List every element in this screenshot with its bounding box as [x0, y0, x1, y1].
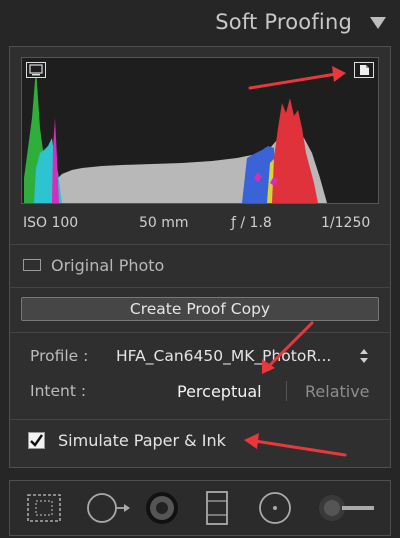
shutter-speed-value: 1/1250 [321, 215, 371, 231]
graduated-filter-icon[interactable] [202, 489, 232, 527]
simulate-paper-ink-label[interactable]: Simulate Paper & Ink [58, 431, 226, 450]
checkmark-icon [30, 434, 43, 447]
original-photo-checkbox[interactable] [23, 259, 41, 271]
spot-removal-icon[interactable] [84, 489, 134, 527]
divider [10, 419, 390, 420]
crop-overlay-icon[interactable] [24, 489, 64, 527]
exif-info-row: ISO 100 50 mm ƒ / 1.8 1/1250 [21, 215, 381, 235]
histogram[interactable] [21, 57, 379, 204]
triangle-down-icon[interactable] [369, 16, 387, 30]
profile-dropdown[interactable]: HFA_Can6450_MK_PhotoR... [116, 347, 331, 365]
simulate-paper-ink-checkbox[interactable] [28, 432, 45, 449]
paper-icon [360, 65, 369, 75]
shadow-clipping-button[interactable] [26, 62, 46, 78]
focal-length-value: 50 mm [139, 215, 189, 231]
divider [10, 332, 390, 333]
develop-tool-strip [9, 480, 391, 536]
monitor-icon [29, 64, 43, 76]
panel-title[interactable]: Soft Proofing [215, 10, 352, 34]
aperture-value: ƒ / 1.8 [231, 215, 272, 231]
original-photo-label[interactable]: Original Photo [51, 256, 164, 275]
red-eye-icon[interactable] [142, 489, 182, 527]
panel-header[interactable]: Soft Proofing [0, 0, 400, 44]
create-proof-copy-button[interactable]: Create Proof Copy [21, 297, 379, 321]
divider [10, 287, 390, 288]
intent-option-relative[interactable]: Relative [305, 382, 370, 401]
highlight-clipping-button[interactable] [354, 62, 374, 78]
radial-filter-icon[interactable] [255, 489, 295, 527]
histogram-graph [24, 68, 327, 203]
dropdown-stepper-icon[interactable] [359, 347, 369, 365]
profile-label: Profile : [30, 347, 89, 365]
intent-label: Intent : [30, 382, 87, 400]
intent-separator [286, 381, 287, 401]
soft-proofing-section: ISO 100 50 mm ƒ / 1.8 1/1250 Original Ph… [9, 46, 391, 468]
iso-value: ISO 100 [23, 215, 79, 231]
adjustment-brush-icon[interactable] [310, 489, 380, 527]
soft-proofing-panel-root: Soft Proofing ISO 100 50 mm ƒ / 1.8 1/12… [0, 0, 400, 538]
intent-option-perceptual[interactable]: Perceptual [177, 382, 262, 401]
divider [10, 244, 390, 245]
